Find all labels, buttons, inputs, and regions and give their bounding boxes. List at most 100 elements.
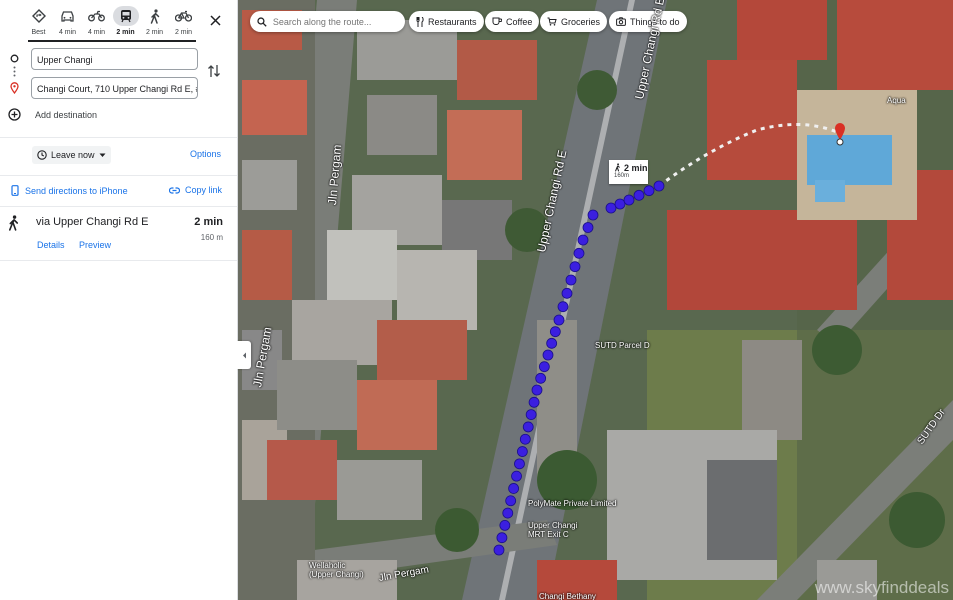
origin-circle-icon bbox=[10, 54, 19, 63]
travel-mode-bar: Best 4 min 4 min 2 min 2 min 2 min bbox=[24, 6, 204, 42]
close-icon bbox=[209, 14, 221, 26]
search-along-route-box[interactable] bbox=[250, 11, 405, 32]
route-dot bbox=[519, 433, 531, 445]
route-dot bbox=[514, 458, 525, 470]
route-dot bbox=[605, 202, 617, 214]
route-dot bbox=[505, 495, 517, 507]
route-dot bbox=[528, 396, 540, 408]
transit-icon bbox=[112, 6, 139, 26]
poi-mrt-exit-c[interactable]: Upper Changi MRT Exit C bbox=[528, 521, 582, 539]
search-along-route-input[interactable] bbox=[270, 15, 398, 28]
coffee-icon bbox=[492, 17, 502, 25]
route-dot bbox=[557, 301, 569, 313]
cart-icon bbox=[547, 17, 557, 26]
mode-scroll-indicator bbox=[28, 40, 196, 42]
add-destination-button[interactable]: Add destination bbox=[8, 108, 97, 121]
preview-button[interactable]: Preview bbox=[79, 240, 111, 250]
destination-pin-icon bbox=[10, 82, 19, 94]
bicycle-icon bbox=[171, 6, 197, 26]
chip-restaurants[interactable]: Restaurants bbox=[409, 11, 484, 32]
copy-link-label: Copy link bbox=[185, 185, 223, 195]
poi-polymate[interactable]: PolyMate Private Limited bbox=[528, 499, 616, 508]
route-dot bbox=[511, 470, 522, 482]
chip-label: Restaurants bbox=[428, 16, 477, 27]
route-dot bbox=[614, 198, 626, 210]
divider bbox=[0, 206, 237, 207]
copy-link-button[interactable]: Copy link bbox=[169, 185, 222, 195]
mode-driving[interactable]: 4 min bbox=[53, 6, 82, 42]
poi-changi-bethany[interactable]: Changi Bethany bbox=[539, 592, 596, 600]
route-summary[interactable]: via Upper Changi Rd E bbox=[36, 216, 149, 228]
divider bbox=[0, 260, 237, 261]
route-duration: 2 min bbox=[194, 216, 223, 228]
camera-icon bbox=[616, 17, 626, 26]
mode-cycling[interactable]: 2 min bbox=[169, 6, 198, 42]
swap-icon bbox=[208, 65, 220, 77]
route-dot bbox=[565, 274, 577, 286]
send-to-phone-label: Send directions to iPhone bbox=[25, 185, 128, 196]
satellite-imagery bbox=[237, 0, 953, 600]
swap-endpoints-button[interactable] bbox=[207, 64, 223, 80]
leave-now-dropdown[interactable]: Leave now bbox=[32, 146, 111, 164]
leave-now-label: Leave now bbox=[51, 150, 95, 160]
route-dot bbox=[549, 326, 561, 338]
add-circle-icon bbox=[8, 108, 21, 121]
send-to-phone-button[interactable]: Send directions to iPhone bbox=[11, 185, 128, 196]
route-dot bbox=[582, 222, 594, 233]
car-icon bbox=[55, 6, 81, 26]
chip-label: Coffee bbox=[506, 16, 533, 27]
mode-label: 4 min bbox=[87, 29, 106, 36]
route-dot bbox=[522, 421, 534, 433]
chip-groceries[interactable]: Groceries bbox=[540, 11, 608, 32]
phone-icon bbox=[11, 185, 19, 196]
search-icon bbox=[257, 16, 267, 27]
origin-input[interactable]: Upper Changi bbox=[31, 48, 198, 70]
directions-panel: Best 4 min 4 min 2 min 2 min 2 min Upper… bbox=[0, 0, 238, 600]
callout-time: 2 min bbox=[624, 163, 648, 173]
mode-walking[interactable]: 2 min bbox=[140, 6, 169, 42]
chip-label: Groceries bbox=[561, 16, 601, 27]
mode-label: 2 min bbox=[116, 29, 135, 36]
close-directions-button[interactable] bbox=[205, 10, 225, 30]
route-dot bbox=[535, 372, 547, 384]
poi-aqua[interactable]: Aqua bbox=[887, 96, 906, 105]
poi-sutd-parcel-d[interactable]: SUTD Parcel D bbox=[595, 341, 650, 350]
route-dot bbox=[573, 247, 585, 259]
route-dot bbox=[538, 361, 550, 373]
route-dot bbox=[516, 446, 528, 457]
collapse-panel-button[interactable] bbox=[237, 341, 251, 369]
chip-coffee[interactable]: Coffee bbox=[485, 11, 540, 32]
route-distance: 160 m bbox=[200, 233, 223, 242]
route-dot bbox=[525, 409, 537, 421]
route-dot bbox=[493, 544, 505, 556]
satellite-map[interactable]: Restaurants Coffee Groceries Things to d… bbox=[237, 0, 953, 600]
mode-label: 2 min bbox=[145, 29, 164, 36]
route-dot bbox=[643, 185, 655, 197]
link-icon bbox=[169, 186, 180, 194]
mode-best[interactable]: Best bbox=[24, 6, 53, 42]
route-dot bbox=[623, 194, 635, 206]
options-button[interactable]: Options bbox=[190, 149, 221, 159]
divider bbox=[0, 137, 237, 138]
mode-motorcycle[interactable]: 4 min bbox=[82, 6, 111, 42]
details-button[interactable]: Details bbox=[37, 240, 65, 250]
route-dot bbox=[569, 261, 581, 273]
callout-distance: 160m bbox=[614, 173, 630, 179]
route-dot bbox=[542, 349, 554, 361]
mode-label: 4 min bbox=[58, 29, 77, 36]
restaurant-icon bbox=[416, 16, 424, 27]
watermark-text: www.skyfinddeals bbox=[814, 578, 949, 597]
mode-label: Best bbox=[31, 29, 46, 36]
motorcycle-icon bbox=[84, 6, 110, 26]
route-dot bbox=[499, 519, 511, 531]
mode-transit[interactable]: 2 min bbox=[111, 6, 140, 42]
chevron-left-icon bbox=[242, 352, 246, 358]
poi-wellaholic[interactable]: Wellaholic (Upper Changi) bbox=[309, 561, 369, 579]
route-dot bbox=[653, 180, 665, 192]
destination-input[interactable]: Changi Court, 710 Upper Changi Rd E, # bbox=[31, 77, 198, 99]
add-destination-label: Add destination bbox=[35, 109, 98, 120]
route-dot bbox=[577, 234, 589, 246]
clock-icon bbox=[37, 150, 47, 160]
route-time-callout[interactable]: 2 min 160m bbox=[609, 160, 648, 184]
route-dot bbox=[496, 532, 508, 544]
